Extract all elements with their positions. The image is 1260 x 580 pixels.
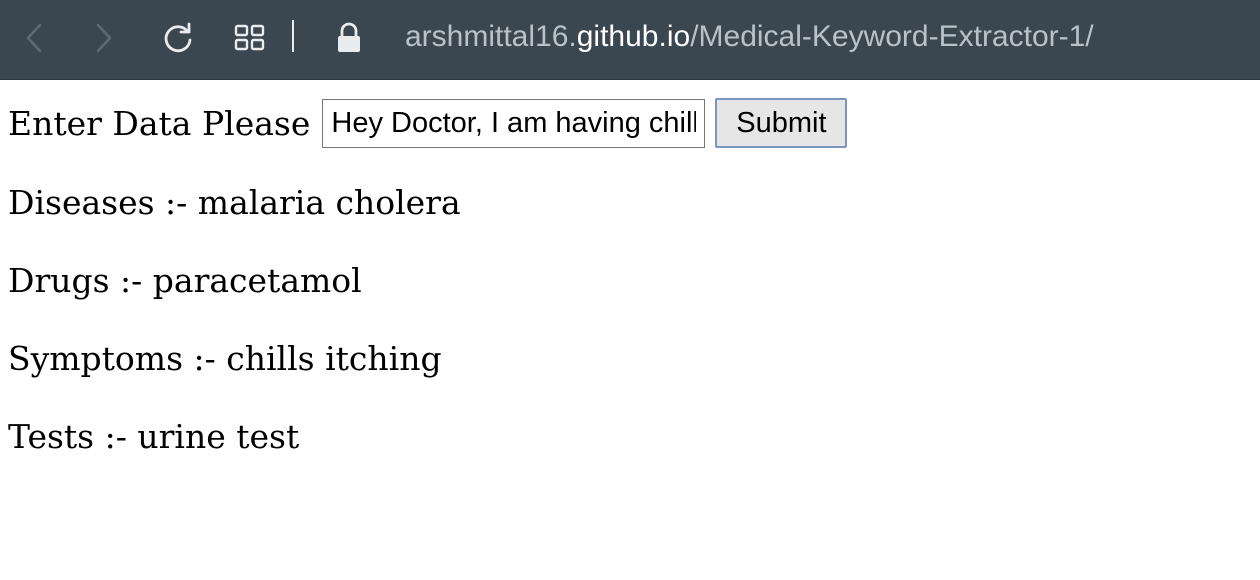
url-prefix: arshmittal16. [405, 20, 577, 53]
url-domain: github.io [576, 20, 691, 53]
result-tests: Tests :- urine test [8, 417, 300, 456]
page-content: Enter Data Please Submit Diseases :- mal… [0, 81, 1260, 580]
forward-button[interactable] [84, 18, 124, 58]
result-drugs: Drugs :- paracetamol [8, 261, 362, 300]
back-button[interactable] [14, 18, 54, 58]
data-entry-form: Enter Data Please Submit [8, 98, 848, 148]
address-bar[interactable]: arshmittal16.github.io/Medical-Keyword-E… [405, 16, 1094, 58]
site-info-button[interactable] [329, 18, 369, 58]
result-symptoms: Symptoms :- chills itching [8, 339, 442, 378]
tabs-grid-icon [234, 24, 266, 52]
browser-toolbar: arshmittal16.github.io/Medical-Keyword-E… [0, 0, 1260, 80]
toolbar-divider [292, 20, 294, 52]
data-input[interactable] [322, 98, 706, 148]
submit-button[interactable]: Submit [715, 98, 848, 148]
lock-icon [335, 22, 363, 54]
tabs-button[interactable] [230, 18, 270, 58]
reload-icon [161, 21, 195, 55]
url-path: /Medical-Keyword-Extractor-1/ [690, 20, 1094, 53]
reload-button[interactable] [158, 18, 198, 58]
forward-icon [92, 22, 116, 54]
back-icon [22, 22, 46, 54]
result-diseases: Diseases :- malaria cholera [8, 183, 461, 222]
form-label: Enter Data Please [8, 103, 311, 143]
